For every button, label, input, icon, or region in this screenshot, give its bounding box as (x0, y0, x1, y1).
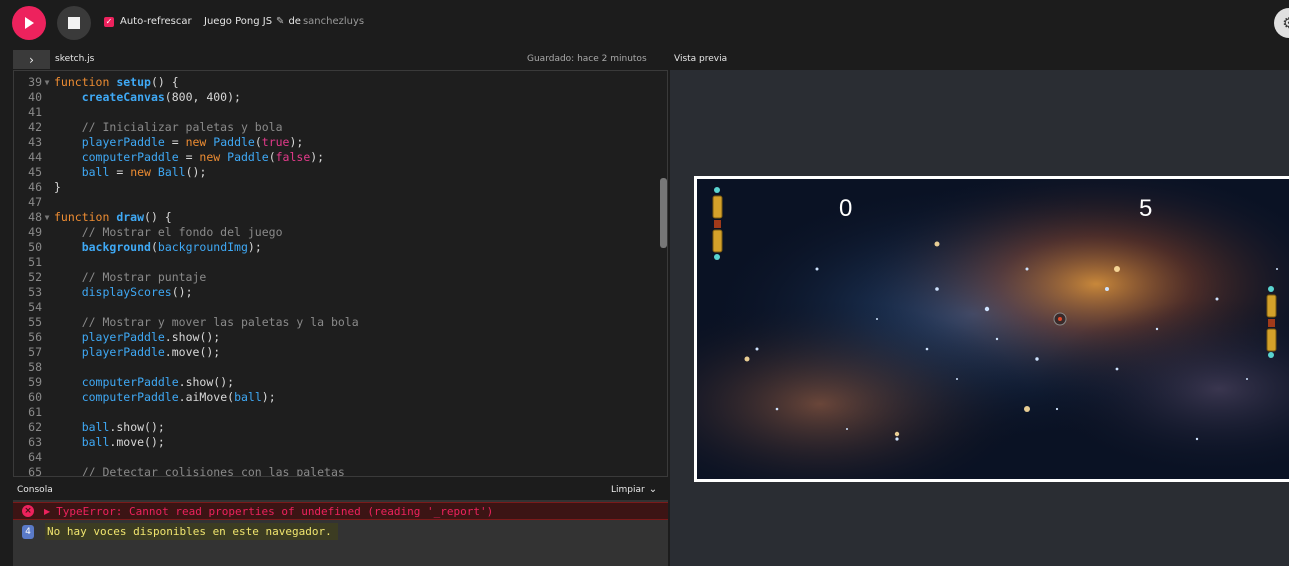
console-header (13, 480, 668, 500)
code-line-39[interactable]: 39 ▼ function setup() { (14, 75, 654, 90)
play-button[interactable] (12, 6, 46, 40)
auto-refresh-label: Auto-refrescar (120, 16, 192, 27)
author-link[interactable]: sanchezluys (303, 16, 364, 27)
error-message: TypeError: Cannot read properties of und… (56, 504, 494, 518)
code-editor[interactable]: 39 ▼ function setup() { 40 createCanvas(80… (13, 70, 668, 477)
code-line-52[interactable]: 52 // Mostrar puntaje (14, 270, 654, 285)
score-left: 0 (839, 195, 853, 222)
gear-icon: ⚙ (1282, 14, 1289, 32)
fold-icon[interactable]: ▼ (42, 75, 52, 90)
clear-label: Limpiar (611, 484, 645, 495)
game-canvas[interactable] (694, 176, 1289, 482)
code-line-40[interactable]: 40 createCanvas(800, 400); (14, 90, 654, 105)
code-line-49[interactable]: 49 // Mostrar el fondo del juego (14, 225, 654, 240)
expand-sidebar-button[interactable]: › (13, 50, 50, 69)
chevron-down-icon[interactable]: ⌄ (649, 484, 657, 495)
auto-refresh-toggle[interactable]: ✓ Auto-refrescar (104, 16, 192, 27)
computer-paddle (1266, 286, 1277, 358)
console-error-row[interactable]: × ▶ TypeError: Cannot read properties of… (13, 502, 668, 520)
code-line-63[interactable]: 63 ball.move(); (14, 435, 654, 450)
code-line-55[interactable]: 55 // Mostrar y mover las paletas y la b… (14, 315, 654, 330)
auto-refresh-checkbox[interactable]: ✓ (104, 16, 114, 27)
preview-label: Vista previa (674, 54, 728, 64)
fold-icon[interactable]: ▼ (42, 210, 52, 225)
code-line-41[interactable]: 41 (14, 105, 654, 120)
clear-console-button[interactable]: Limpiar ⌄ (611, 484, 657, 495)
project-name[interactable]: Juego Pong JS (204, 16, 272, 27)
play-icon (25, 17, 34, 29)
code-line-45[interactable]: 45 ball = new Ball(); (14, 165, 654, 180)
code-line-48[interactable]: 48 ▼ function draw() { (14, 210, 654, 225)
code-line-53[interactable]: 53 displayScores(); (14, 285, 654, 300)
code-line-50[interactable]: 50 background(backgroundImg); (14, 240, 654, 255)
player-paddle (712, 187, 723, 260)
code-line-46[interactable]: 46} (14, 180, 654, 195)
stop-button[interactable] (57, 6, 91, 40)
console-log-row: 4 No hay voces disponibles en este naveg… (13, 521, 668, 542)
project-info: Juego Pong JS ✎ de sanchezluys (204, 16, 364, 27)
log-count-badge: 4 (22, 524, 34, 539)
code-line-61[interactable]: 61 (14, 405, 654, 420)
code-line-56[interactable]: 56 playerPaddle.show(); (14, 330, 654, 345)
code-line-51[interactable]: 51 (14, 255, 654, 270)
chevron-right-icon: › (29, 52, 34, 67)
code-line-54[interactable]: 54 (14, 300, 654, 315)
code-line-58[interactable]: 58 (14, 360, 654, 375)
code-line-62[interactable]: 62 ball.show(); (14, 420, 654, 435)
code-line-60[interactable]: 60 computerPaddle.aiMove(ball); (14, 390, 654, 405)
space-background (697, 179, 1289, 479)
error-icon: × (22, 505, 34, 517)
stop-icon (68, 17, 80, 29)
code-line-43[interactable]: 43 playerPaddle = new Paddle(true); (14, 135, 654, 150)
saved-status: Guardado: hace 2 minutos (527, 54, 647, 64)
editor-scrollbar[interactable] (660, 178, 667, 248)
code-line-42[interactable]: 42 // Inicializar paletas y bola (14, 120, 654, 135)
code-line-47[interactable]: 47 (14, 195, 654, 210)
pencil-icon[interactable]: ✎ (276, 16, 284, 27)
log-message: No hay voces disponibles en este navegad… (45, 523, 338, 540)
ball (1053, 312, 1067, 326)
author-prefix: de (288, 16, 301, 27)
code-line-59[interactable]: 59 computerPaddle.show(); (14, 375, 654, 390)
top-toolbar (0, 0, 1289, 46)
file-tab[interactable]: sketch.js (55, 54, 94, 64)
code-line-64[interactable]: 64 (14, 450, 654, 465)
code-line-65[interactable]: 65 // Detectar colisiones con las paleta… (14, 465, 654, 476)
code-line-57[interactable]: 57 playerPaddle.move(); (14, 345, 654, 360)
code-lines[interactable]: 39 ▼ function setup() { 40 createCanvas(80… (14, 75, 654, 476)
expand-arrow-icon[interactable]: ▶ (44, 507, 50, 516)
code-line-44[interactable]: 44 computerPaddle = new Paddle(false); (14, 150, 654, 165)
score-right: 5 (1139, 195, 1153, 222)
console-title: Consola (17, 485, 53, 495)
